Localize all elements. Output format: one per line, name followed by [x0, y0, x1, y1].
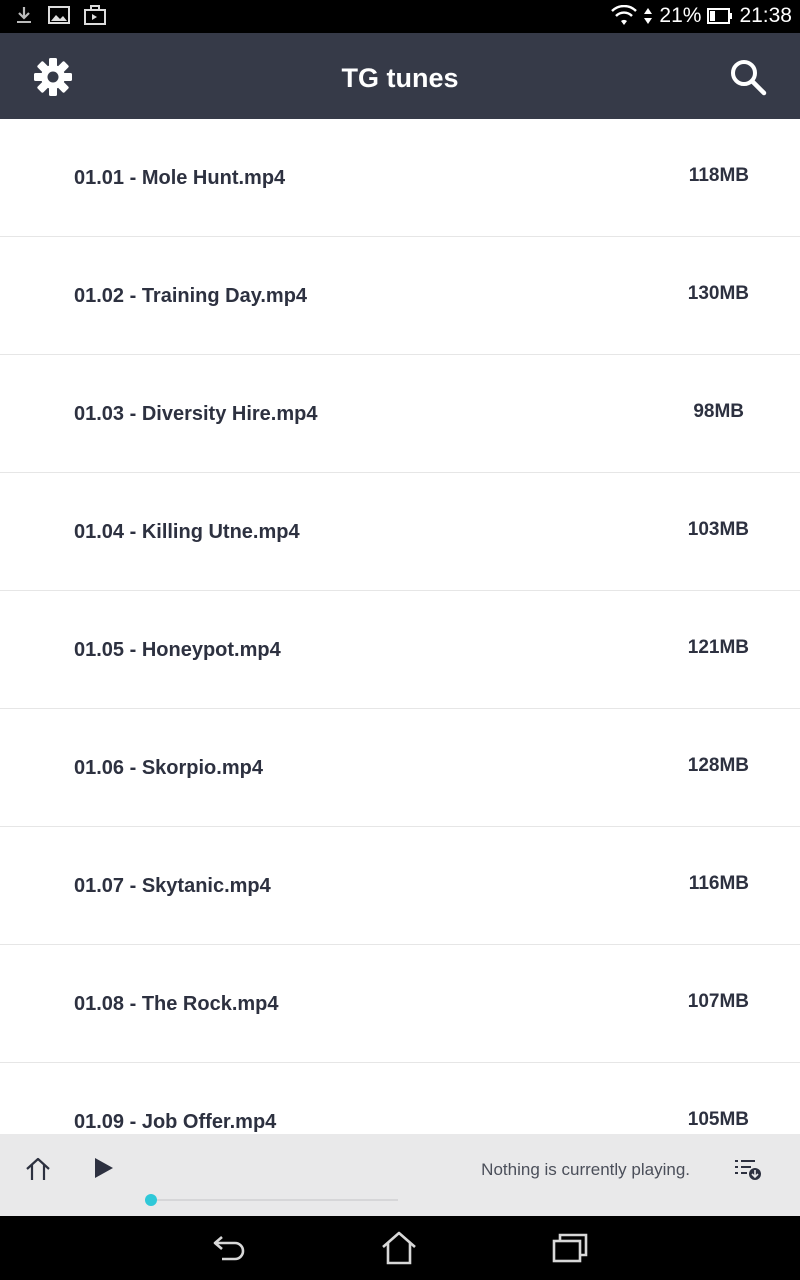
search-button[interactable] [726, 55, 770, 99]
play-button[interactable] [89, 1154, 117, 1182]
player-home-button[interactable] [22, 1154, 54, 1184]
queue-button[interactable] [733, 1154, 763, 1184]
progress-track[interactable] [150, 1199, 398, 1201]
home-button[interactable] [377, 1228, 421, 1268]
file-list: 01.01 - Mole Hunt.mp4 118MB 01.02 - Trai… [0, 119, 800, 1134]
app-bar: TG tunes [0, 33, 800, 119]
list-item[interactable]: 01.02 - Training Day.mp4 130MB [0, 237, 800, 355]
progress-handle[interactable] [145, 1194, 157, 1206]
file-size: 107MB [687, 991, 749, 1012]
list-item[interactable]: 01.06 - Skorpio.mp4 128MB [0, 709, 800, 827]
file-size: 105MB [687, 1109, 749, 1130]
wifi-icon [611, 5, 638, 25]
file-name: 01.01 - Mole Hunt.mp4 [74, 167, 286, 189]
list-item[interactable]: 01.09 - Job Offer.mp4 105MB [0, 1063, 800, 1134]
briefcase-icon [84, 5, 106, 25]
battery-icon [707, 8, 733, 24]
list-item[interactable]: 01.07 - Skytanic.mp4 116MB [0, 827, 800, 945]
system-status: 21% 21:38 [611, 3, 792, 29]
file-name: 01.03 - Diversity Hire.mp4 [74, 403, 318, 425]
player-bar: Nothing is currently playing. [0, 1134, 800, 1216]
recent-apps-icon [552, 1233, 588, 1263]
status-bar: 21% 21:38 [0, 0, 800, 33]
recent-apps-button[interactable] [548, 1228, 592, 1268]
file-name: 01.05 - Honeypot.mp4 [74, 639, 281, 661]
back-icon [213, 1236, 245, 1261]
list-item[interactable]: 01.05 - Honeypot.mp4 121MB [0, 591, 800, 709]
file-size: 121MB [687, 637, 749, 658]
clock: 21:38 [739, 4, 792, 27]
signal-arrows-icon [644, 8, 653, 24]
file-name: 01.07 - Skytanic.mp4 [74, 875, 271, 897]
search-icon [731, 60, 767, 96]
back-button[interactable] [208, 1228, 252, 1268]
system-nav-bar [0, 1216, 800, 1280]
file-name: 01.09 - Job Offer.mp4 [74, 1111, 277, 1133]
list-item[interactable]: 01.03 - Diversity Hire.mp4 98MB [0, 355, 800, 473]
file-size: 130MB [687, 283, 749, 304]
play-icon [95, 1158, 113, 1178]
file-size: 103MB [687, 519, 749, 540]
file-name: 01.08 - The Rock.mp4 [74, 993, 279, 1015]
home-outline-icon [26, 1157, 50, 1180]
battery-percent: 21% [659, 4, 702, 27]
file-name: 01.04 - Killing Utne.mp4 [74, 521, 300, 543]
file-name: 01.06 - Skorpio.mp4 [74, 757, 263, 779]
file-size: 116MB [688, 873, 749, 894]
image-icon [48, 6, 70, 24]
home-icon [382, 1231, 416, 1265]
now-playing-status: Nothing is currently playing. [481, 1160, 690, 1179]
file-size: 118MB [688, 165, 749, 186]
list-item[interactable]: 01.01 - Mole Hunt.mp4 118MB [0, 119, 800, 237]
queue-download-icon [735, 1160, 761, 1180]
file-size: 98MB [693, 401, 744, 422]
list-item[interactable]: 01.08 - The Rock.mp4 107MB [0, 945, 800, 1063]
app-title: TG tunes [341, 63, 459, 93]
notification-icons [14, 5, 106, 25]
file-name: 01.02 - Training Day.mp4 [74, 285, 308, 307]
file-size: 128MB [687, 755, 749, 776]
download-icon [17, 7, 31, 23]
list-item[interactable]: 01.04 - Killing Utne.mp4 103MB [0, 473, 800, 591]
